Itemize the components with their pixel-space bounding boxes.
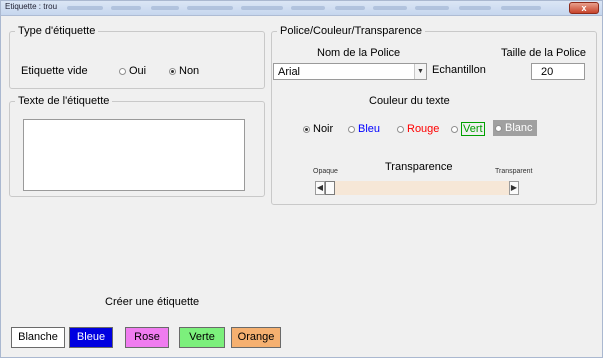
bleu-radio-circle[interactable] (348, 125, 355, 133)
verte-button[interactable]: Verte (179, 327, 225, 348)
title-blur (111, 6, 141, 10)
bleue-button[interactable]: Bleue (69, 327, 113, 348)
non-radio[interactable]: Non (169, 65, 199, 77)
bleu-radio[interactable]: Bleu (348, 123, 380, 135)
noir-radio-circle[interactable] (303, 125, 310, 133)
transparence-scrollbar[interactable]: ◀ ▶ (315, 181, 519, 195)
label-dialog-window: Etiquette : trou x Type d'étiquette Etiq… (0, 0, 603, 358)
blanc-radio-label: Blanc (505, 122, 533, 134)
couleur-texte-label: Couleur du texte (369, 95, 450, 107)
echantillon-label: Echantillon (432, 64, 486, 76)
transparent-label: Transparent (495, 168, 533, 175)
creer-etiquette-label: Créer une étiquette (105, 296, 200, 308)
scroll-right-icon[interactable]: ▶ (509, 181, 519, 195)
title-blur (501, 6, 541, 10)
title-blur (187, 6, 233, 10)
taille-police-label: Taille de la Police (501, 47, 586, 59)
transparence-label: Transparence (385, 161, 453, 173)
scroll-left-icon[interactable]: ◀ (315, 181, 325, 195)
vert-radio-circle[interactable] (451, 125, 458, 133)
etiquette-vide-label: Etiquette vide (21, 65, 88, 77)
title-blur (241, 6, 283, 10)
title-blur (291, 6, 325, 10)
rouge-radio-label: Rouge (407, 123, 440, 135)
title-blur (67, 6, 103, 10)
font-name-value: Arial (278, 66, 301, 78)
type-etiquette-group: Type d'étiquette (9, 25, 265, 89)
police-couleur-legend: Police/Couleur/Transparence (280, 25, 423, 37)
close-button[interactable]: x (569, 2, 599, 14)
noir-radio[interactable]: Noir (303, 123, 333, 135)
title-blur (151, 6, 179, 10)
opaque-label: Opaque (313, 168, 338, 175)
non-radio-circle[interactable] (169, 67, 176, 75)
bleu-radio-label: Bleu (358, 123, 381, 135)
vert-radio[interactable]: Vert (451, 122, 485, 136)
blanc-radio[interactable]: Blanc (493, 120, 537, 136)
title-blur (415, 6, 449, 10)
title-bar: Etiquette : trou x (1, 1, 602, 16)
oui-radio[interactable]: Oui (119, 65, 146, 77)
vert-radio-label: Vert (461, 122, 485, 136)
oui-radio-circle[interactable] (119, 67, 126, 75)
rouge-radio-circle[interactable] (397, 125, 404, 133)
title-blur (335, 6, 365, 10)
orange-button[interactable]: Orange (231, 327, 281, 348)
type-etiquette-legend: Type d'étiquette (18, 25, 96, 37)
font-size-value: 20 (541, 66, 554, 78)
rouge-radio[interactable]: Rouge (397, 123, 439, 135)
blanc-radio-circle[interactable] (495, 124, 502, 132)
nom-police-label: Nom de la Police (317, 47, 401, 59)
texte-etiquette-legend: Texte de l'étiquette (18, 95, 110, 107)
oui-radio-label: Oui (129, 65, 147, 77)
chevron-down-icon[interactable]: ▼ (414, 64, 426, 79)
window-title: Etiquette : trou (5, 2, 58, 11)
scroll-thumb[interactable] (325, 181, 335, 195)
title-blur (459, 6, 491, 10)
font-name-combo[interactable]: Arial ▼ (273, 63, 427, 80)
blanche-button[interactable]: Blanche (11, 327, 65, 348)
title-blur (373, 6, 407, 10)
font-size-input[interactable]: 20 (531, 63, 585, 80)
texte-etiquette-input[interactable] (23, 119, 245, 191)
rose-button[interactable]: Rose (125, 327, 169, 348)
non-radio-label: Non (179, 65, 200, 77)
noir-radio-label: Noir (313, 123, 334, 135)
